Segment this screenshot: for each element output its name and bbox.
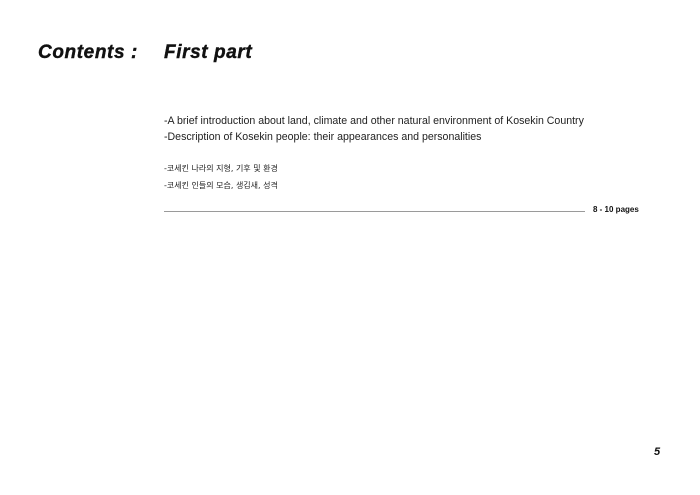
korean-description-item-people: -코세킨 인들의 모습, 생김새, 성격 xyxy=(164,181,278,190)
page-number: 5 xyxy=(654,446,661,458)
part-title: First part xyxy=(164,42,253,63)
description-item-land: -A brief introduction about land, climat… xyxy=(164,115,584,127)
page-range-label: 8 - 10 pages xyxy=(593,205,639,214)
contents-heading: Contents : xyxy=(38,42,138,63)
description-item-people: -Description of Kosekin people: their ap… xyxy=(164,131,482,143)
korean-description-list: -코세킨 나라의 지형, 기후 및 환경 -코세킨 인들의 모습, 생김새, 성… xyxy=(164,160,278,194)
korean-description-item-land: -코세킨 나라의 지형, 기후 및 환경 xyxy=(164,164,278,173)
description-list: -A brief introduction about land, climat… xyxy=(164,113,584,145)
section-divider xyxy=(164,211,585,212)
